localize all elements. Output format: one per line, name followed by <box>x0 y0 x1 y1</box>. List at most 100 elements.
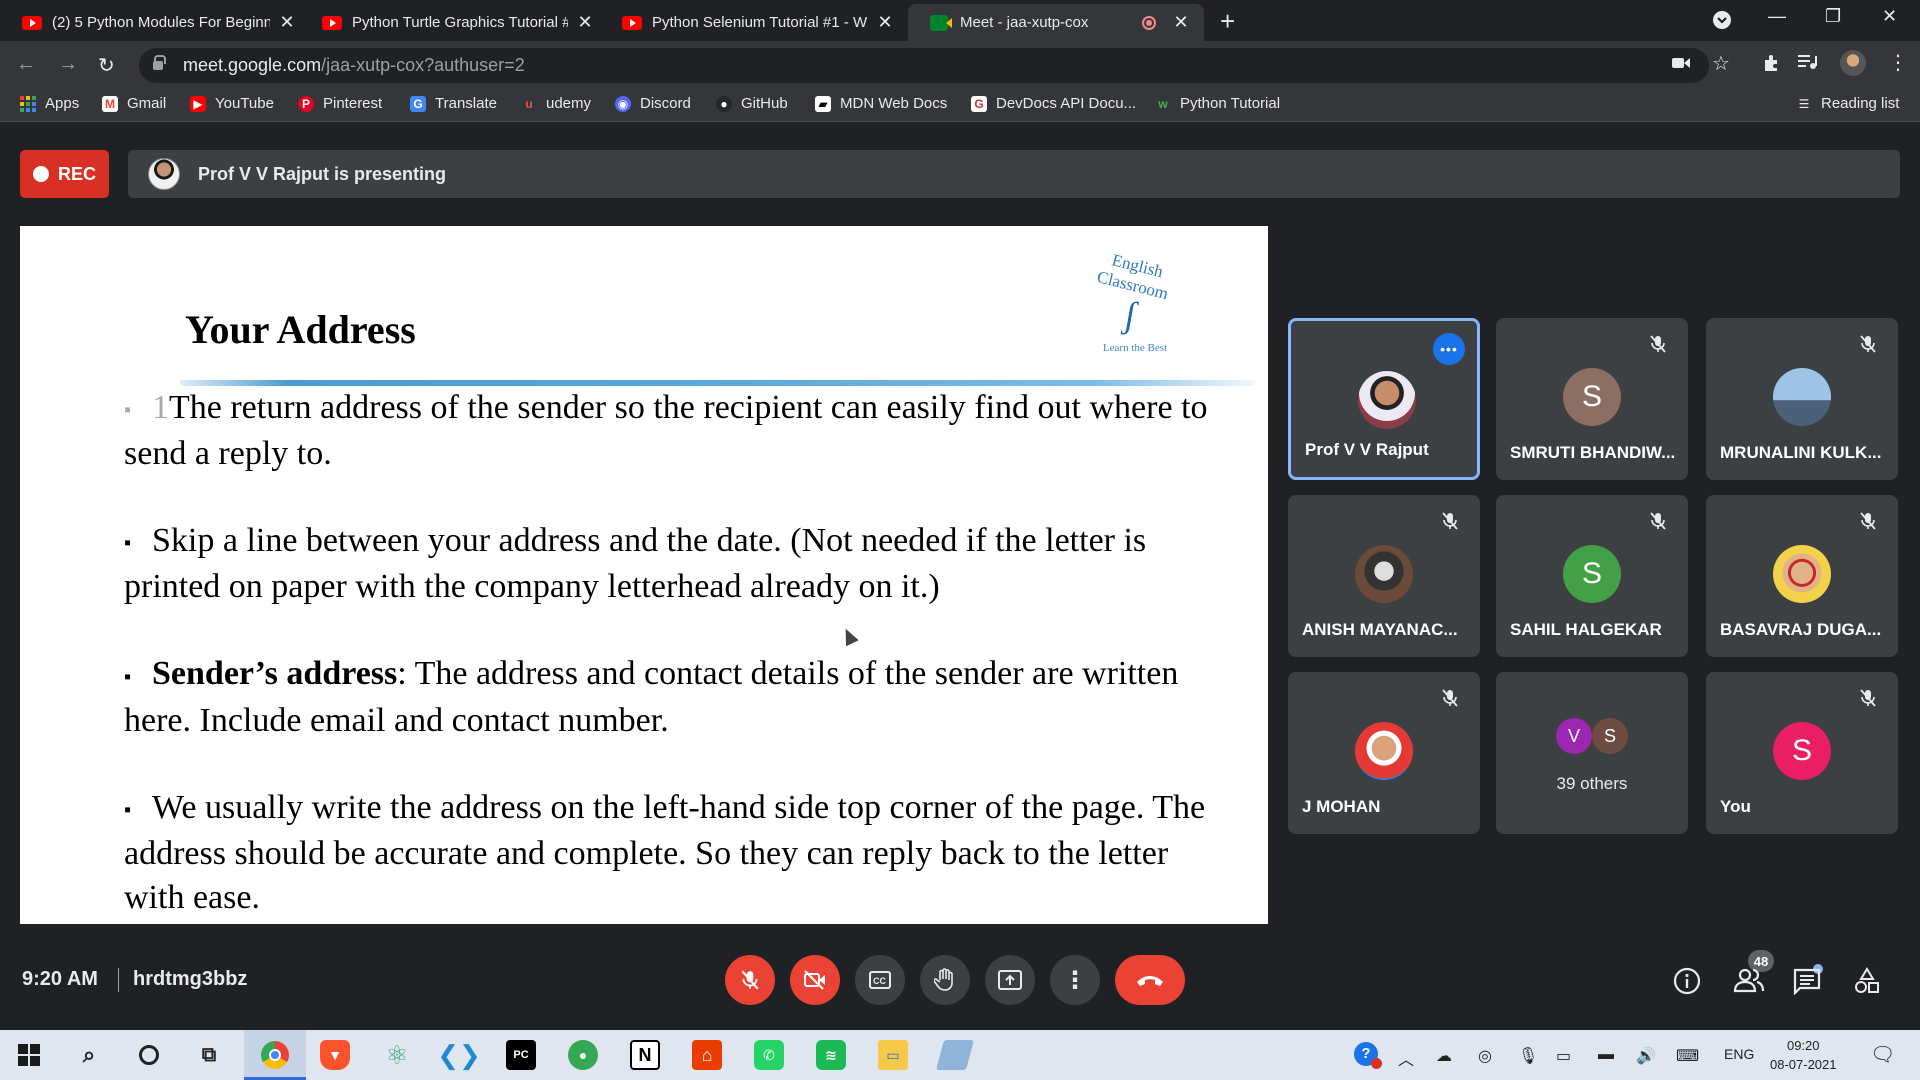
webcam-tray-icon[interactable]: ◎ <box>1478 1046 1492 1066</box>
task-view-icon[interactable]: ⧉ <box>194 1040 224 1070</box>
bookmark-devdocs[interactable]: G DevDocs API Docu... <box>971 95 1136 112</box>
windows-start-icon[interactable] <box>14 1040 44 1070</box>
close-icon[interactable]: ✕ <box>1172 12 1190 33</box>
camera-in-use-icon[interactable] <box>1672 54 1690 75</box>
bookmark-github[interactable]: ● GitHub <box>716 95 788 112</box>
call-end-icon <box>1137 976 1163 986</box>
pycharm-icon[interactable]: PC <box>506 1040 536 1070</box>
youtube-icon <box>322 15 342 30</box>
address-bar[interactable]: meet.google.com /jaa-xutp-cox?authuser=2 <box>139 48 1709 83</box>
back-button[interactable]: ← <box>16 53 36 76</box>
notifications-icon[interactable]: 🗨 <box>1870 1042 1895 1067</box>
browser-tab[interactable]: (2) 5 Python Modules For Beginn ✕ <box>0 4 310 41</box>
gmail-icon: M <box>102 95 118 112</box>
forward-button[interactable]: → <box>58 53 78 76</box>
more-options-icon[interactable]: ••• <box>1433 333 1465 365</box>
battery-icon[interactable]: ▬ <box>1598 1046 1614 1064</box>
discord-icon: ◉ <box>615 95 631 112</box>
bookmark-translate[interactable]: G Translate <box>410 95 497 112</box>
participant-tile[interactable]: MRUNALINI KULK... <box>1706 318 1898 480</box>
participant-name: You <box>1720 797 1751 816</box>
camera-toggle-button[interactable] <box>790 955 840 1005</box>
participant-tile[interactable]: S SAHIL HALGEKAR <box>1496 495 1688 657</box>
raise-hand-button[interactable] <box>920 955 970 1005</box>
slide-bullet: ▪ We usually write the address on the lef… <box>124 786 1214 920</box>
chat-button[interactable] <box>1793 967 1823 997</box>
cortana-icon[interactable] <box>134 1040 164 1070</box>
brave-icon[interactable]: ▼ <box>320 1040 350 1070</box>
present-now-button[interactable] <box>985 955 1035 1005</box>
profile-avatar[interactable] <box>1840 50 1866 76</box>
participant-tile[interactable]: ••• Prof V V Rajput <box>1288 318 1480 480</box>
search-icon[interactable]: ⌕ <box>74 1040 104 1070</box>
bookmark-gmail[interactable]: M Gmail <box>102 95 166 112</box>
english-classroom-logo: English Classroom ʃ Learn the Best <box>1080 250 1190 356</box>
vscode-icon[interactable]: ❮❯ <box>437 1040 481 1070</box>
bookmark-discord[interactable]: ◉ Discord <box>615 95 691 112</box>
bookmark-udemy[interactable]: u udemy <box>521 95 591 112</box>
activities-button[interactable] <box>1853 967 1883 997</box>
whatsapp-icon[interactable]: ✆ <box>754 1040 784 1070</box>
bullet-icon: ▪ <box>124 798 132 821</box>
extensions-icon[interactable] <box>1762 54 1780 77</box>
participant-tile[interactable]: ANISH MAYANAC... <box>1288 495 1480 657</box>
network-icon[interactable]: ▭ <box>1556 1046 1571 1066</box>
help-icon[interactable]: ? <box>1354 1042 1382 1069</box>
youtube-icon: ▶ <box>190 95 206 112</box>
atom-icon[interactable]: ⚛ <box>382 1040 412 1070</box>
others-tile[interactable]: V S 39 others <box>1496 672 1688 834</box>
maps-icon[interactable]: ● <box>568 1040 598 1070</box>
bookmark-label: Discord <box>640 95 691 112</box>
bookmark-youtube[interactable]: ▶ YouTube <box>190 95 274 112</box>
microphone-tray-icon[interactable]: 🎙 <box>1518 1046 1538 1066</box>
language-indicator[interactable]: ENG <box>1724 1046 1754 1062</box>
bookmark-python-tutorial[interactable]: w Python Tutorial <box>1155 95 1280 112</box>
show-everyone-button[interactable] <box>1733 967 1765 997</box>
info-icon <box>1673 967 1701 995</box>
close-icon[interactable]: ✕ <box>876 12 894 33</box>
reading-list-button[interactable]: ☰ Reading list <box>1796 95 1900 112</box>
system-clock[interactable]: 09:20 08-07-2021 <box>1770 1036 1837 1074</box>
office-icon[interactable]: ⌂ <box>692 1040 722 1070</box>
show-hidden-icons-icon[interactable]: ︿ <box>1398 1046 1414 1070</box>
bookmarks-bar: Apps M Gmail ▶ YouTube P Pinterest G Tra… <box>0 89 1920 122</box>
new-tab-button[interactable]: + <box>1220 6 1235 37</box>
minimize-button[interactable]: — <box>1768 6 1786 27</box>
bookmark-label: DevDocs API Docu... <box>996 95 1137 112</box>
tab-search-icon[interactable] <box>1712 10 1732 35</box>
keyboard-icon[interactable]: ⌨ <box>1676 1046 1699 1066</box>
feedback-app-icon[interactable] <box>935 1040 975 1070</box>
notion-icon[interactable]: N <box>630 1040 660 1070</box>
browser-tab-active[interactable]: Meet - jaa-xutp-cox ✕ <box>908 4 1204 41</box>
reload-button[interactable]: ↻ <box>98 53 115 78</box>
more-menu-icon[interactable]: ⋮ <box>1888 50 1908 75</box>
self-tile[interactable]: S You <box>1706 672 1898 834</box>
mic-off-icon <box>1440 688 1460 708</box>
close-icon[interactable]: ✕ <box>278 12 296 33</box>
bookmark-star-icon[interactable]: ☆ <box>1712 51 1730 76</box>
participant-tile[interactable]: J MOHAN <box>1288 672 1480 834</box>
close-window-button[interactable]: ✕ <box>1882 6 1897 27</box>
onedrive-icon[interactable]: ☁ <box>1436 1046 1452 1066</box>
browser-tab[interactable]: Python Turtle Graphics Tutorial # ✕ <box>300 4 608 41</box>
browser-tab[interactable]: Python Selenium Tutorial #1 - W ✕ <box>600 4 908 41</box>
microphone-toggle-button[interactable] <box>725 955 775 1005</box>
chrome-icon[interactable] <box>260 1040 290 1070</box>
bookmark-mdn[interactable]: ▰ MDN Web Docs <box>815 95 947 112</box>
participant-tile[interactable]: BASAVRAJ DUGA... <box>1706 495 1898 657</box>
leave-call-button[interactable] <box>1115 955 1185 1005</box>
participant-tile[interactable]: S SMRUTI BHANDIW... <box>1496 318 1688 480</box>
presenting-text: Prof V V Rajput is presenting <box>198 163 447 184</box>
more-options-button[interactable]: ⋮ <box>1050 955 1100 1005</box>
slide-bullet: ▪ Sender’s address: The address and conta… <box>124 652 1214 742</box>
media-control-icon[interactable] <box>1798 54 1818 75</box>
file-explorer-icon[interactable]: ▭ <box>878 1040 908 1070</box>
close-icon[interactable]: ✕ <box>576 12 594 33</box>
captions-button[interactable]: CC <box>855 955 905 1005</box>
volume-icon[interactable]: 🔊 <box>1636 1046 1656 1066</box>
bookmark-apps[interactable]: Apps <box>20 95 79 112</box>
meeting-details-button[interactable] <box>1673 967 1703 997</box>
bookmark-pinterest[interactable]: P Pinterest <box>298 95 382 112</box>
restore-button[interactable]: ❐ <box>1825 6 1841 27</box>
spotify-icon[interactable]: ≋ <box>816 1040 846 1070</box>
